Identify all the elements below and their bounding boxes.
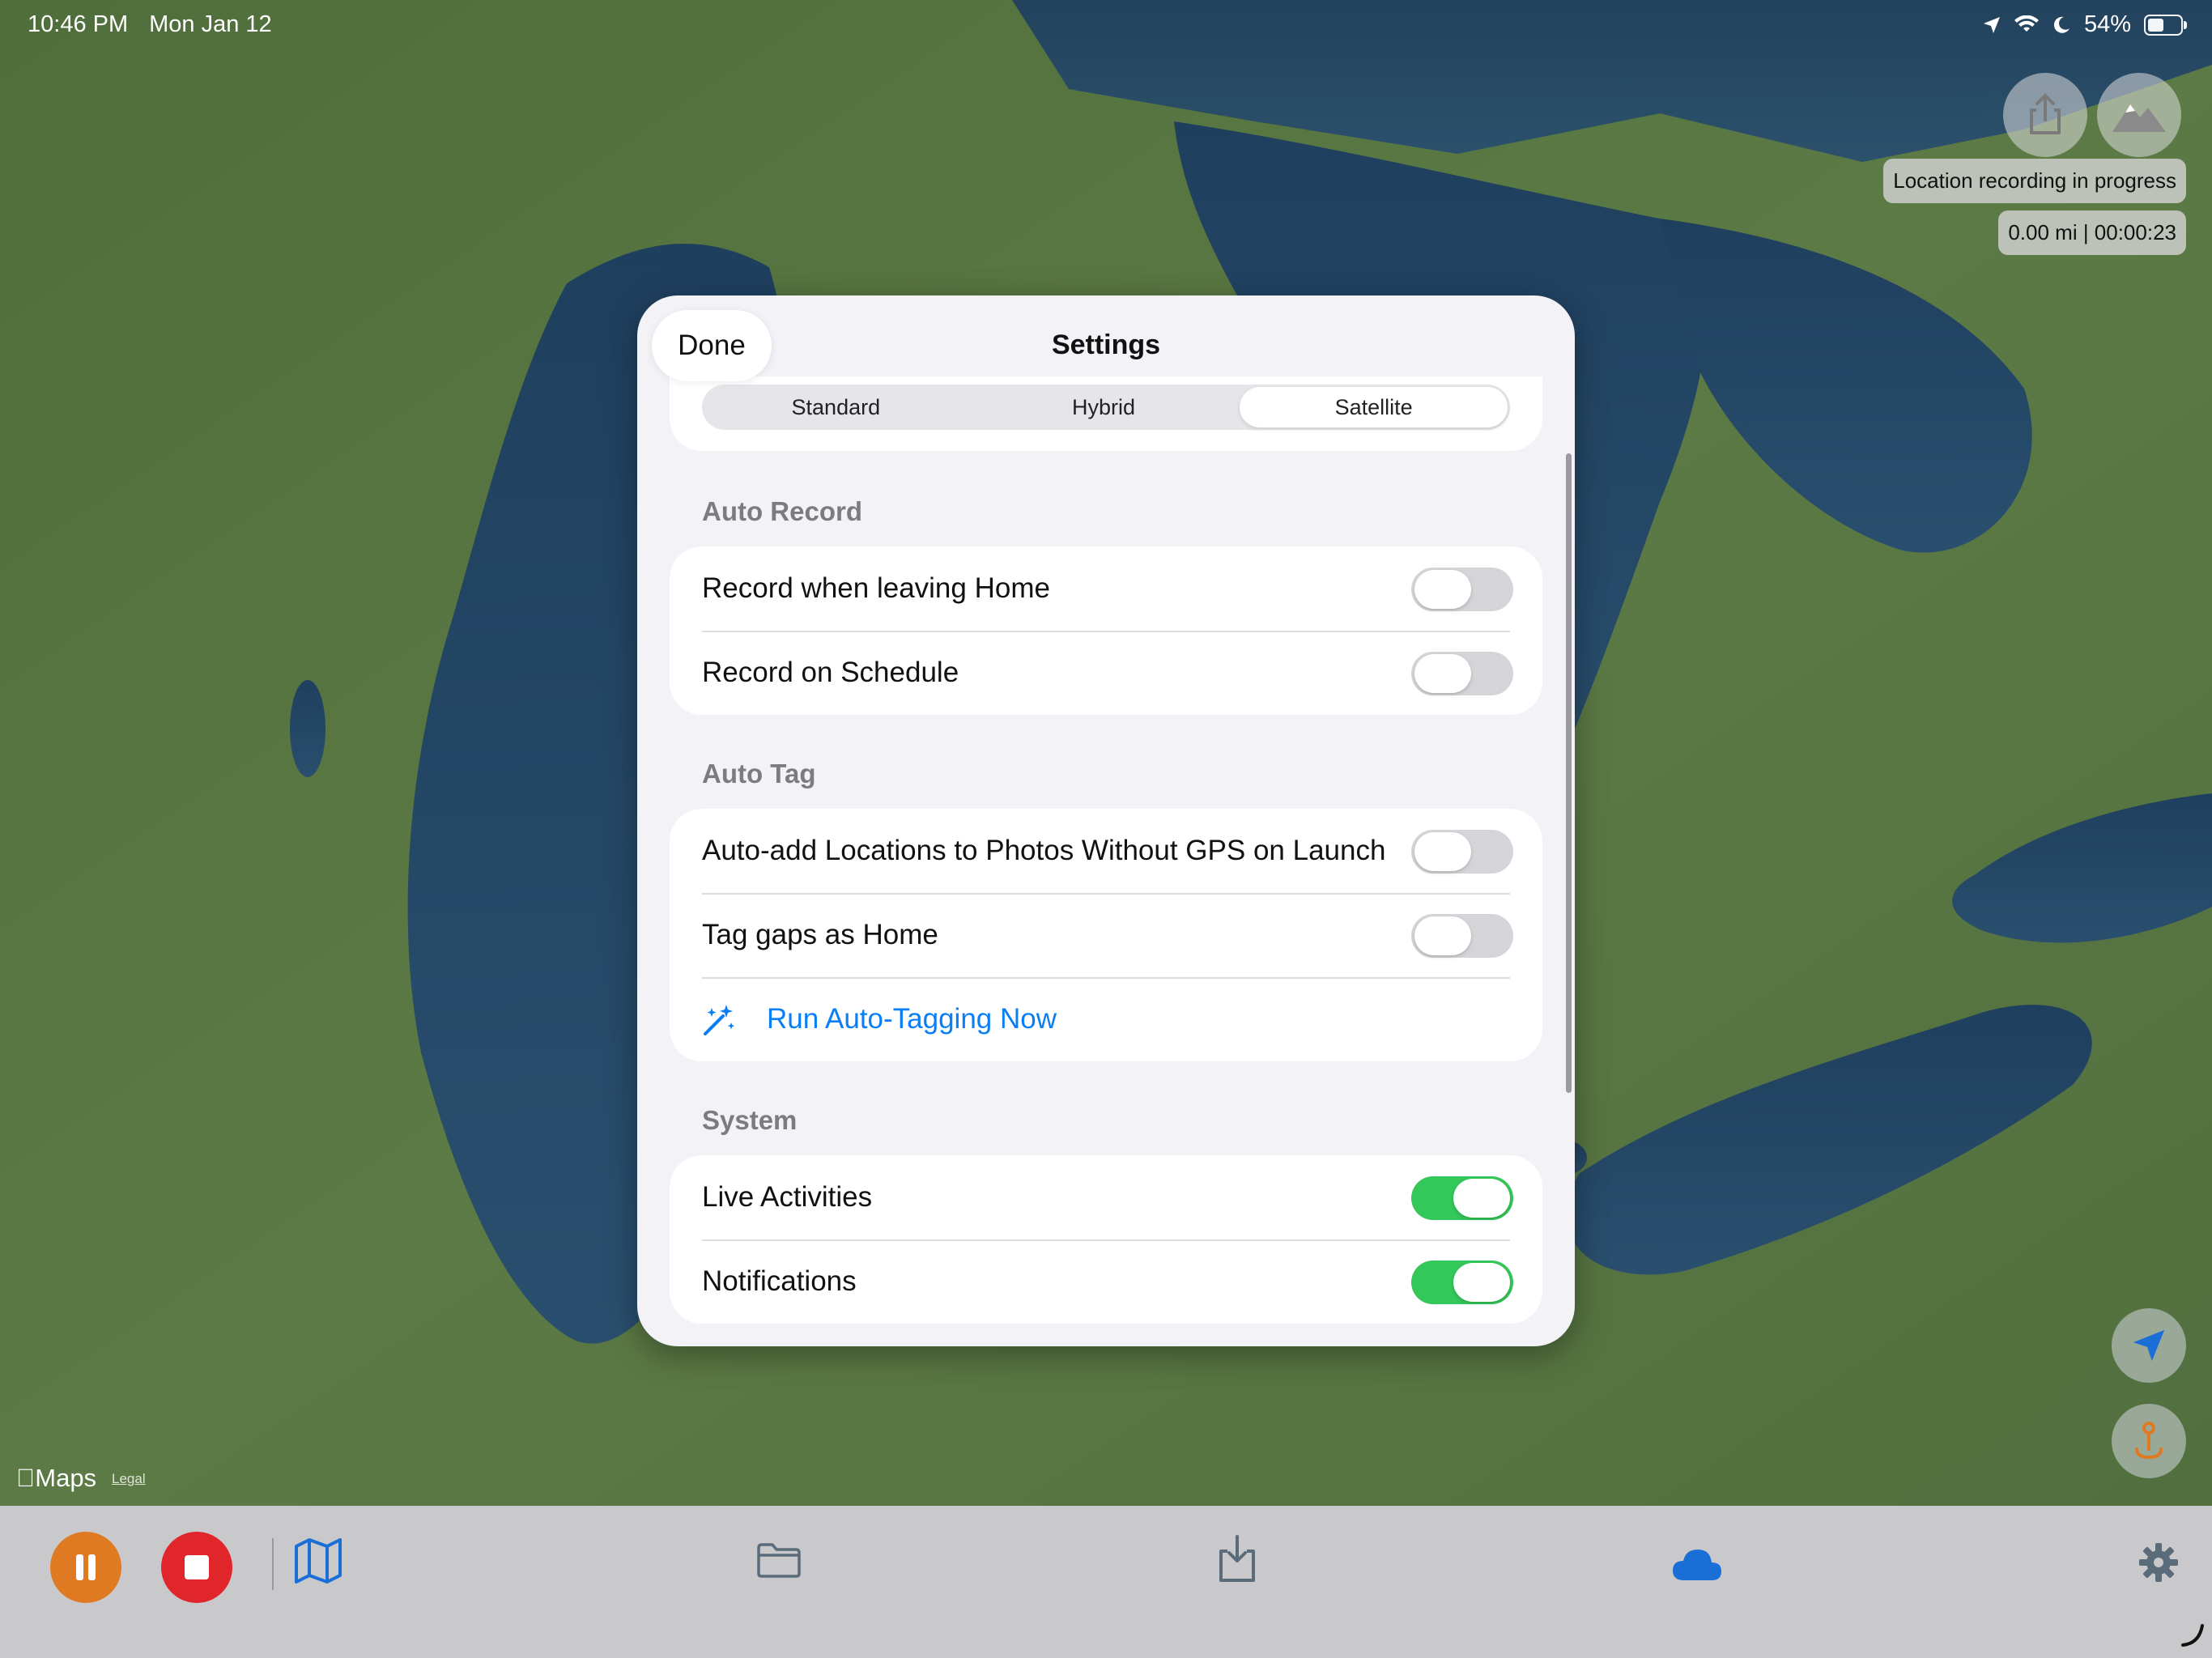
toggle-knob (1414, 916, 1471, 955)
row-tag-gaps-home: Tag gaps as Home (670, 893, 1542, 977)
wifi-icon (2014, 15, 2039, 32)
segment-satellite[interactable]: Satellite (1240, 387, 1508, 427)
magic-wand-icon (704, 1005, 735, 1035)
row-label: Record when leaving Home (702, 572, 1050, 604)
import-tab[interactable] (1214, 1533, 1260, 1591)
moon-icon (2053, 16, 2069, 33)
row-label: Live Activities (702, 1181, 873, 1213)
map-icon (295, 1538, 342, 1584)
toggle-knob (1453, 1179, 1510, 1218)
share-button[interactable] (2003, 73, 2087, 157)
row-record-leaving-home: Record when leaving Home (670, 546, 1542, 631)
toggle-record-leaving-home[interactable] (1411, 568, 1513, 611)
cloud-tab[interactable] (1671, 1546, 1723, 1586)
status-date: Mon Jan 12 (149, 11, 272, 37)
settings-tab[interactable] (2138, 1541, 2180, 1588)
toggle-knob (1414, 654, 1471, 693)
status-bar-left: 10:46 PM Mon Jan 12 (28, 11, 272, 38)
recording-stats-label: 0.00 mi | 00:00:23 (1998, 210, 2186, 255)
map-type-card: Standard Hybrid Satellite (670, 376, 1542, 451)
segment-standard[interactable]: Standard (702, 385, 970, 430)
stop-button[interactable] (161, 1532, 232, 1603)
pause-icon (76, 1554, 96, 1580)
status-bar-right: 54% (1982, 11, 2187, 38)
map-tab[interactable] (293, 1537, 343, 1589)
locate-me-button[interactable] (2112, 1308, 2186, 1383)
segment-hybrid[interactable]: Hybrid (970, 385, 1238, 430)
home-indicator-curve (2181, 1624, 2204, 1647)
legal-link[interactable]: Legal (112, 1471, 146, 1487)
section-header-system: System (702, 1105, 798, 1135)
bottom-toolbar (0, 1506, 2212, 1658)
toggle-notifications[interactable] (1411, 1261, 1513, 1304)
auto-record-group: Record when leaving Home Record on Sched… (670, 546, 1542, 715)
row-notifications: Notifications (670, 1239, 1542, 1324)
row-label: Notifications (702, 1265, 857, 1297)
toggle-knob (1414, 570, 1471, 609)
pause-button[interactable] (50, 1532, 121, 1603)
import-icon (1219, 1535, 1255, 1582)
cloud-icon (1673, 1550, 1721, 1580)
pin-drop-icon (2135, 1422, 2163, 1460)
toggle-knob (1414, 832, 1471, 871)
row-record-on-schedule: Record on Schedule (670, 631, 1542, 715)
toggle-live-activities[interactable] (1411, 1176, 1513, 1220)
toggle-auto-add-locations[interactable] (1411, 830, 1513, 874)
system-group: Live Activities Notifications (670, 1155, 1542, 1324)
toggle-tag-gaps-home[interactable] (1411, 914, 1513, 958)
maps-label: Maps (16, 1464, 96, 1492)
row-label: Record on Schedule (702, 657, 959, 688)
row-label: Auto-add Locations to Photos Without GPS… (702, 835, 1386, 866)
map-mode-button[interactable] (2097, 73, 2181, 157)
run-auto-tagging-label: Run Auto-Tagging Now (767, 1003, 1057, 1035)
row-label: Tag gaps as Home (702, 919, 938, 950)
stop-icon (185, 1555, 209, 1579)
status-time: 10:46 PM (28, 11, 129, 37)
drop-pin-button[interactable] (2112, 1404, 2186, 1478)
map-mode-icon (2112, 104, 2166, 132)
apple-maps-logo: Maps (16, 1464, 96, 1493)
row-live-activities: Live Activities (670, 1155, 1542, 1239)
map-type-segmented-control: Standard Hybrid Satellite (702, 385, 1510, 430)
section-header-auto-tag: Auto Tag (702, 759, 816, 789)
gear-icon (2139, 1543, 2178, 1582)
toggle-knob (1453, 1263, 1510, 1302)
run-auto-tagging-button[interactable]: Run Auto-Tagging Now (670, 977, 1542, 1061)
battery-level (2148, 18, 2163, 32)
location-arrow-icon (1983, 16, 2000, 33)
toggle-record-on-schedule[interactable] (1411, 652, 1513, 695)
auto-tag-group: Auto-add Locations to Photos Without GPS… (670, 809, 1542, 1061)
files-tab[interactable] (756, 1541, 802, 1583)
scrollbar[interactable] (1566, 453, 1572, 1093)
share-icon (2030, 93, 2061, 134)
sheet-title: Settings (1051, 329, 1161, 360)
location-arrow-icon (2133, 1329, 2165, 1362)
recording-status-label: Location recording in progress (1883, 159, 2186, 203)
battery-percent: 54% (2083, 11, 2131, 37)
row-auto-add-locations: Auto-add Locations to Photos Without GPS… (670, 809, 1542, 893)
toolbar-divider (272, 1538, 274, 1590)
settings-sheet: Standard Hybrid Satellite Done Settings … (637, 295, 1575, 1346)
section-header-auto-record: Auto Record (702, 496, 862, 526)
folder-icon (757, 1543, 801, 1578)
battery-icon (2144, 14, 2187, 36)
